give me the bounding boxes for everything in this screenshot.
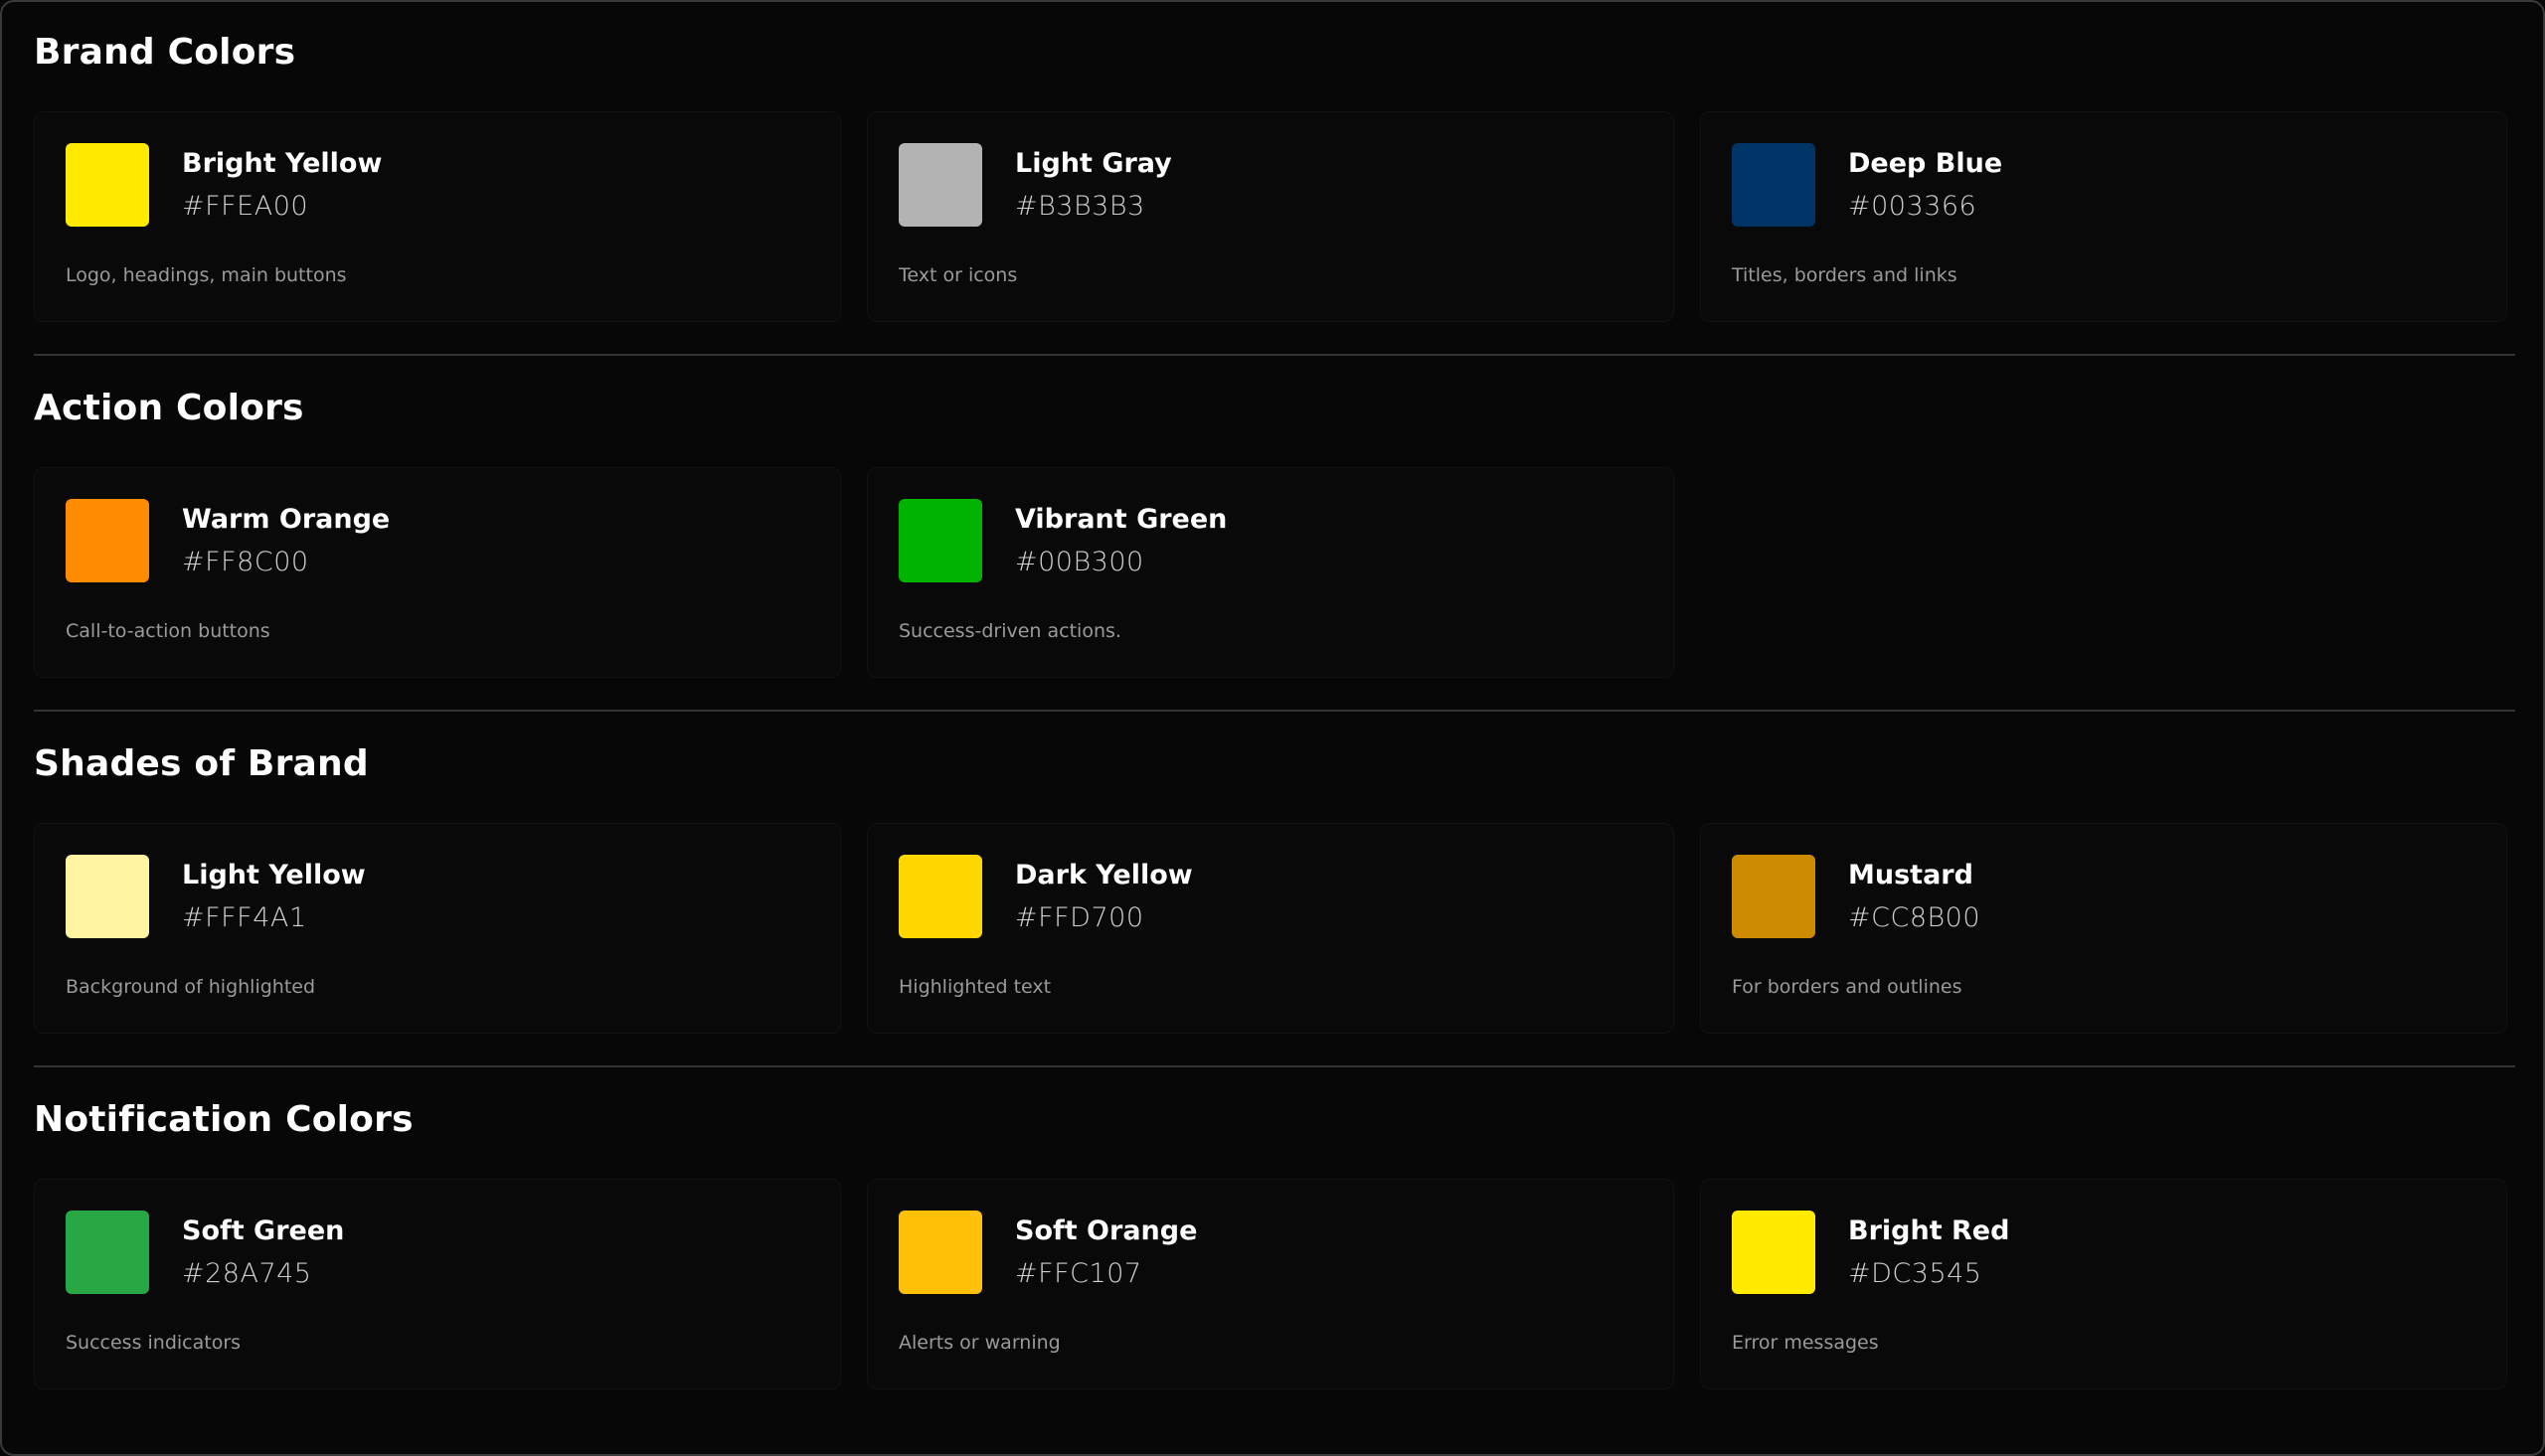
color-name: Deep Blue: [1848, 148, 2003, 179]
color-hex: #FFF4A1: [182, 902, 307, 933]
color-hex: #FFEA00: [182, 191, 309, 222]
color-hex: #FF8C00: [182, 547, 309, 577]
section-divider: [34, 354, 2515, 356]
color-description: Background of highlighted: [66, 976, 316, 998]
color-section: Brand Colors Bright Yellow #FFEA00 Logo,…: [34, 2, 2515, 358]
color-description: Titles, borders and links: [1732, 264, 1957, 286]
color-description: Logo, headings, main buttons: [66, 264, 347, 286]
color-description: Text or icons: [899, 264, 1018, 286]
color-swatch: [899, 855, 982, 938]
color-description: Error messages: [1732, 1332, 1879, 1354]
color-card: Mustard #CC8B00 For borders and outlines: [1700, 823, 2507, 1034]
color-name: Soft Orange: [1015, 1215, 1198, 1246]
color-palette-panel: Brand Colors Bright Yellow #FFEA00 Logo,…: [0, 0, 2545, 1456]
color-swatch: [899, 1211, 982, 1294]
color-name: Warm Orange: [182, 504, 391, 535]
color-hex: #28A745: [182, 1258, 312, 1289]
color-hex: #003366: [1848, 191, 1977, 222]
color-swatch: [66, 143, 149, 227]
color-swatch: [66, 499, 149, 582]
color-name: Light Gray: [1015, 148, 1172, 179]
color-card: Light Gray #B3B3B3 Text or icons: [867, 111, 1674, 322]
color-swatch: [1732, 855, 1815, 938]
color-name: Soft Green: [182, 1215, 345, 1246]
color-cards: Warm Orange #FF8C00 Call-to-action butto…: [34, 467, 1674, 678]
color-hex: #FFC107: [1015, 1258, 1142, 1289]
color-hex: #DC3545: [1848, 1258, 1982, 1289]
color-description: Success-driven actions.: [899, 620, 1121, 642]
color-swatch: [899, 499, 982, 582]
color-card: Dark Yellow #FFD700 Highlighted text: [867, 823, 1674, 1034]
color-description: Success indicators: [66, 1332, 242, 1354]
section-divider: [34, 710, 2515, 712]
color-name: Dark Yellow: [1015, 860, 1193, 890]
color-swatch: [1732, 1211, 1815, 1294]
color-name: Light Yellow: [182, 860, 366, 890]
section-title: Action Colors: [34, 388, 304, 428]
color-name: Bright Red: [1848, 1215, 2010, 1246]
section-title: Shades of Brand: [34, 743, 369, 784]
color-name: Vibrant Green: [1015, 504, 1228, 535]
color-cards: Light Yellow #FFF4A1 Background of highl…: [34, 823, 2507, 1034]
color-card: Light Yellow #FFF4A1 Background of highl…: [34, 823, 841, 1034]
color-hex: #CC8B00: [1848, 902, 1981, 933]
color-description: Highlighted text: [899, 976, 1052, 998]
color-section: Notification Colors Soft Green #28A745 S…: [34, 1069, 2515, 1425]
color-cards: Soft Green #28A745 Success indicators So…: [34, 1179, 2507, 1389]
color-hex: #B3B3B3: [1015, 191, 1145, 222]
color-card: Warm Orange #FF8C00 Call-to-action butto…: [34, 467, 841, 678]
color-hex: #FFD700: [1015, 902, 1144, 933]
color-card: Soft Green #28A745 Success indicators: [34, 1179, 841, 1389]
color-card: Bright Red #DC3545 Error messages: [1700, 1179, 2507, 1389]
color-swatch: [66, 1211, 149, 1294]
section-title: Brand Colors: [34, 32, 296, 73]
color-section: Action Colors Warm Orange #FF8C00 Call-t…: [34, 358, 2515, 714]
color-description: Call-to-action buttons: [66, 620, 270, 642]
section-divider: [34, 1065, 2515, 1067]
color-swatch: [66, 855, 149, 938]
color-section: Shades of Brand Light Yellow #FFF4A1 Bac…: [34, 714, 2515, 1069]
color-name: Bright Yellow: [182, 148, 383, 179]
color-cards: Bright Yellow #FFEA00 Logo, headings, ma…: [34, 111, 2507, 322]
color-description: For borders and outlines: [1732, 976, 1962, 998]
color-name: Mustard: [1848, 860, 1973, 890]
color-hex: #00B300: [1015, 547, 1144, 577]
color-swatch: [1732, 143, 1815, 227]
section-title: Notification Colors: [34, 1099, 414, 1140]
color-card: Bright Yellow #FFEA00 Logo, headings, ma…: [34, 111, 841, 322]
color-card: Deep Blue #003366 Titles, borders and li…: [1700, 111, 2507, 322]
color-card: Soft Orange #FFC107 Alerts or warning: [867, 1179, 1674, 1389]
color-swatch: [899, 143, 982, 227]
color-description: Alerts or warning: [899, 1332, 1061, 1354]
color-card: Vibrant Green #00B300 Success-driven act…: [867, 467, 1674, 678]
